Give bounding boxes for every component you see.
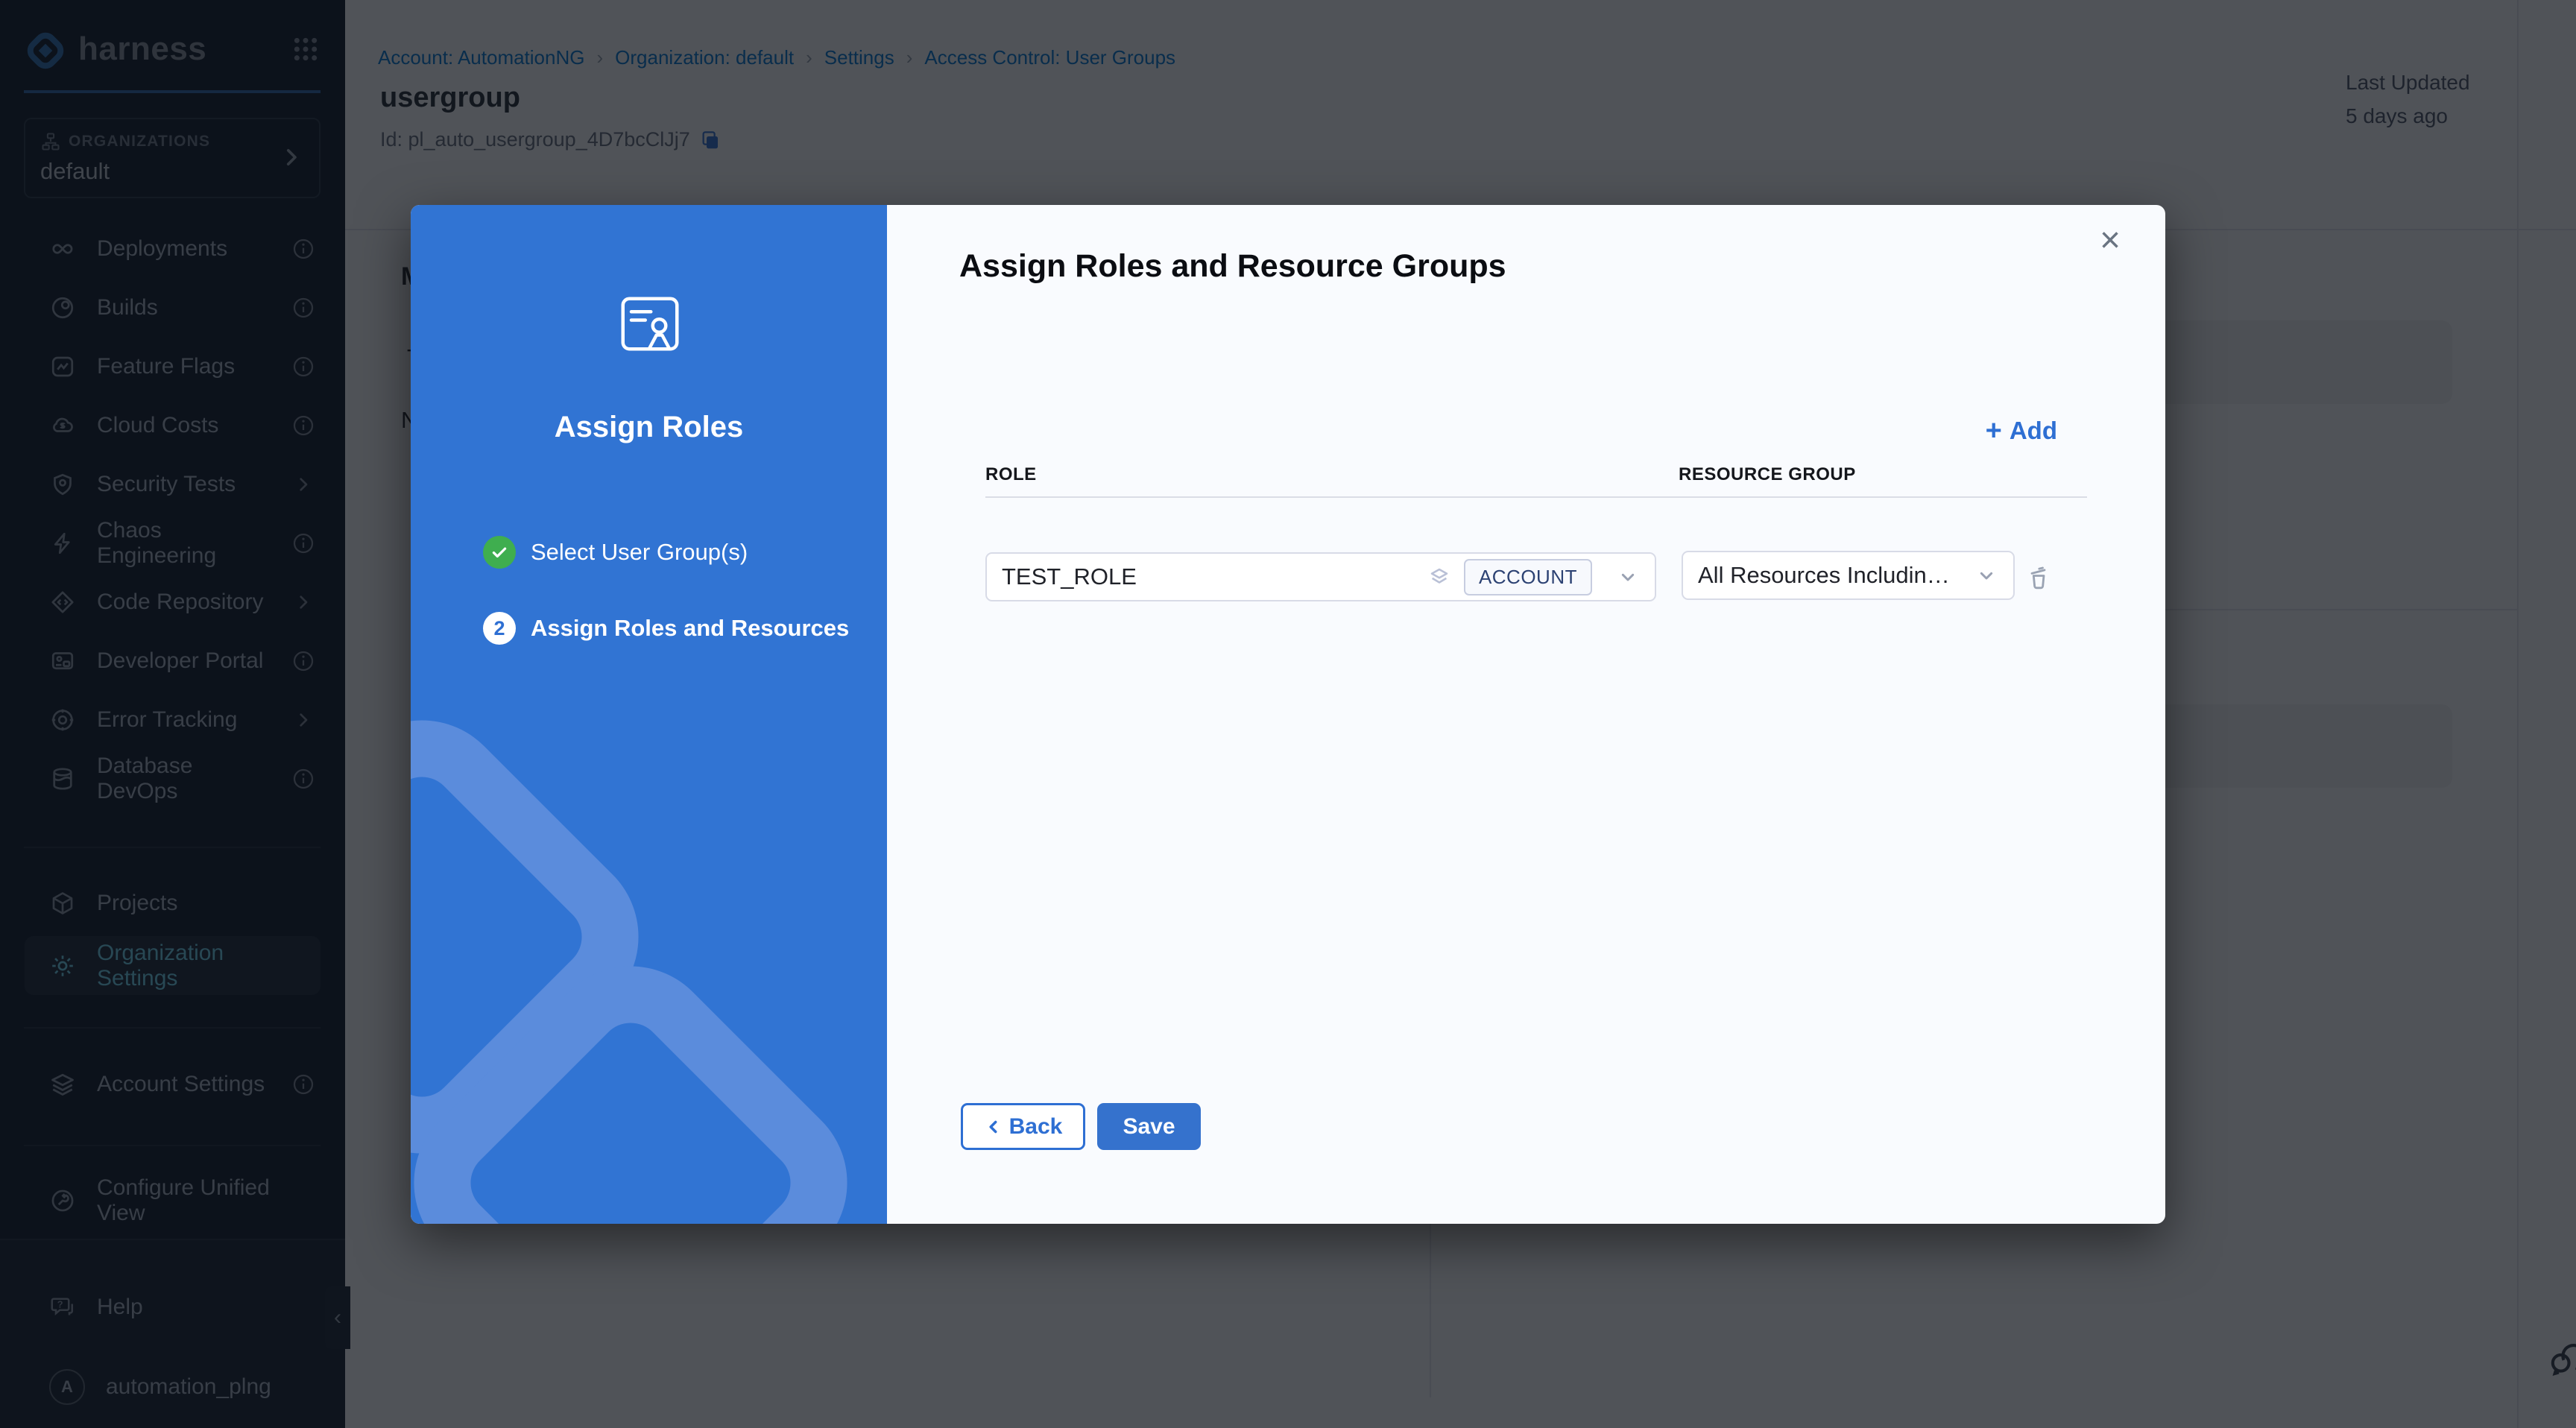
check-icon	[483, 536, 516, 569]
layers-icon	[1428, 566, 1450, 588]
resource-group-select[interactable]: All Resources Including C...	[1682, 551, 2015, 600]
wizard-step-label: Select User Group(s)	[531, 539, 748, 566]
wizard-step-select-user-groups[interactable]: Select User Group(s)	[483, 536, 849, 569]
step-number: 2	[483, 612, 516, 645]
column-header-resource-group: RESOURCE GROUP	[1679, 464, 1856, 485]
role-value: TEST_ROLE	[1002, 563, 1137, 590]
scope-badge: ACCOUNT	[1464, 559, 1592, 595]
back-label: Back	[1009, 1114, 1063, 1140]
screen: harness ORGANIZATIONS default	[0, 0, 2576, 1428]
save-button[interactable]: Save	[1097, 1103, 1201, 1150]
modal-title: Assign Roles and Resource Groups	[959, 248, 1506, 285]
chevron-down-icon	[1616, 565, 1640, 589]
back-button[interactable]: Back	[961, 1103, 1085, 1150]
close-icon[interactable]: ×	[2091, 221, 2130, 260]
wizard-step-assign-roles[interactable]: 2 Assign Roles and Resources	[483, 612, 849, 645]
chevron-left-icon	[984, 1117, 1003, 1137]
chevron-down-icon	[1974, 563, 1998, 587]
wizard-step-label: Assign Roles and Resources	[531, 615, 849, 642]
modal-body: × Assign Roles and Resource Groups + Add…	[887, 205, 2165, 1224]
wizard-steps: Select User Group(s) 2 Assign Roles and …	[483, 536, 849, 645]
add-role-button[interactable]: + Add	[1986, 417, 2057, 445]
wizard-panel: Assign Roles Select User Group(s) 2 Assi…	[411, 205, 887, 1224]
id-card-icon	[620, 296, 680, 356]
resource-group-value: All Resources Including C...	[1698, 562, 1951, 589]
trash-icon[interactable]	[2024, 561, 2056, 594]
add-label: Add	[2010, 417, 2057, 445]
role-select[interactable]: TEST_ROLE ACCOUNT	[985, 552, 1656, 601]
plus-icon: +	[1986, 418, 2002, 443]
role-select-right: ACCOUNT	[1428, 559, 1640, 595]
assign-roles-modal: Assign Roles Select User Group(s) 2 Assi…	[411, 205, 2165, 1224]
divider	[985, 496, 2087, 498]
column-header-role: ROLE	[985, 464, 1037, 485]
wizard-title: Assign Roles	[411, 411, 887, 444]
